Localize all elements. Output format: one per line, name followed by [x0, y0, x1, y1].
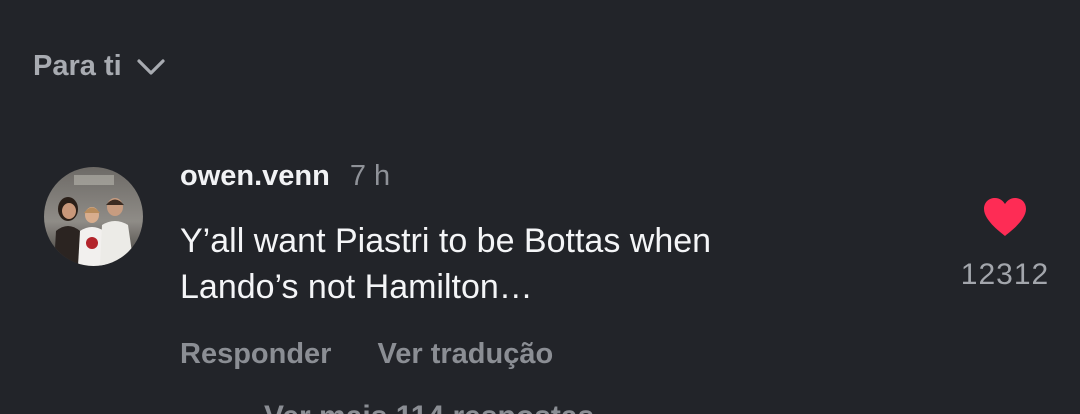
- comment: owen.venn 7 h Y’all want Piastri to be B…: [180, 160, 900, 371]
- view-more-replies-button[interactable]: Ver mais 114 respostas: [264, 400, 594, 414]
- reply-button[interactable]: Responder: [180, 338, 331, 371]
- translate-button[interactable]: Ver tradução: [377, 338, 553, 371]
- like-count: 12312: [960, 258, 1050, 291]
- heart-icon[interactable]: [982, 196, 1028, 238]
- chevron-down-icon: [137, 58, 165, 75]
- comments-panel: Para ti owen.venn 7 h Y’all want Piastri…: [0, 0, 1080, 414]
- comment-text-line-2: Lando’s not Hamilton…: [180, 268, 533, 306]
- avatar[interactable]: [44, 167, 143, 266]
- comment-actions: Responder Ver tradução: [180, 338, 900, 371]
- comment-text: Y’all want Piastri to be Bottas when Lan…: [180, 218, 900, 310]
- sort-filter-label: Para ti: [33, 50, 122, 82]
- comment-meta: owen.venn 7 h: [180, 160, 900, 200]
- comment-text-line-1: Y’all want Piastri to be Bottas when: [180, 222, 712, 260]
- sort-filter-dropdown[interactable]: Para ti: [33, 50, 166, 83]
- comment-time: 7 h: [349, 160, 391, 192]
- like-group: 12312: [950, 196, 1060, 292]
- avatar-photo: [44, 167, 143, 266]
- comment-username[interactable]: owen.venn: [180, 160, 330, 193]
